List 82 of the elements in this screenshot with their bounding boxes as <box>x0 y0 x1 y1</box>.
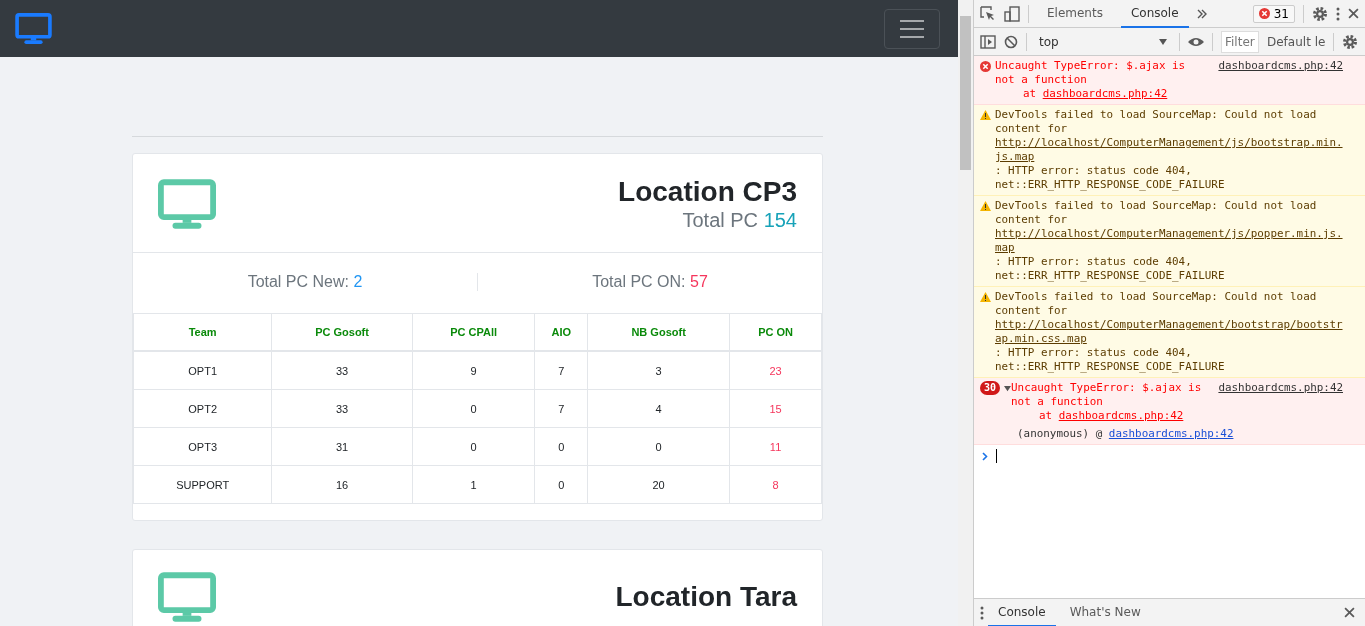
settings-icon[interactable] <box>1312 5 1328 22</box>
table-cell: 1 <box>412 465 535 504</box>
table-cell: SUPPORT <box>133 465 272 504</box>
repeat-count: 30 <box>980 381 1001 395</box>
column-header: NB Gosoft <box>587 313 730 351</box>
context-select[interactable]: top <box>1035 34 1171 49</box>
location-title: Location Tara <box>615 581 797 613</box>
table-cell: 23 <box>729 351 822 390</box>
monitor-icon <box>158 572 216 622</box>
error-icon <box>1258 8 1270 19</box>
source-map-link[interactable]: http://localhost/ComputerManagement/bootstrap/bootstrap.min.css.map <box>995 318 1343 346</box>
table-cell: 15 <box>729 389 822 428</box>
stat-text: Total PC ON: 57 <box>592 273 708 291</box>
warning-icon <box>980 201 991 211</box>
table-cell: OPT1 <box>133 351 272 390</box>
table-cell: 20 <box>587 465 730 504</box>
clear-console-icon[interactable] <box>1004 34 1018 49</box>
monitor-icon <box>15 13 52 44</box>
device-icon[interactable] <box>1004 5 1020 22</box>
table-cell: 31 <box>271 427 413 466</box>
monitor-icon <box>158 179 216 229</box>
table-cell: 11 <box>729 427 822 466</box>
scrollbar[interactable] <box>958 0 973 626</box>
source-map-link[interactable]: http://localhost/ComputerManagement/js/bootstrap.min.js.map <box>995 136 1343 164</box>
table-cell: 0 <box>412 389 535 428</box>
drawer-menu-icon[interactable] <box>980 605 984 620</box>
expand-caret-icon[interactable] <box>1004 385 1012 392</box>
table-cell: 33 <box>271 351 413 390</box>
menu-button[interactable] <box>884 8 940 49</box>
table-cell: 9 <box>412 351 535 390</box>
dropdown-caret-icon <box>1159 38 1167 45</box>
menu-icon <box>900 19 924 38</box>
table-cell: 8 <box>729 465 822 504</box>
drawer-tab[interactable]: Console <box>988 598 1056 626</box>
sidebar-toggle-icon[interactable] <box>980 34 996 49</box>
drawer-tab[interactable]: What's New <box>1059 598 1151 626</box>
table-cell: 7 <box>534 389 588 428</box>
column-header: PC ON <box>729 313 822 351</box>
stack-frame: at dashboardcms.php:42 <box>1011 409 1205 423</box>
close-icon[interactable] <box>1348 8 1359 19</box>
stat-text: Total PC New: 2 <box>247 273 363 291</box>
close-icon[interactable] <box>1344 607 1355 618</box>
filter-field[interactable]: Filter <box>1221 30 1259 53</box>
error-count-button[interactable]: 31 <box>1252 4 1295 23</box>
table-cell: 0 <box>587 427 730 466</box>
warning-message: : HTTP error: status code 404, net::ERR_HTTP_RESPONSE_CODE_FAILURE <box>995 346 1226 374</box>
table-cell: 4 <box>587 389 730 428</box>
settings-icon[interactable] <box>1342 33 1359 50</box>
prompt-chevron-icon <box>982 451 988 461</box>
column-header: AIO <box>534 313 588 351</box>
error-icon <box>980 61 991 72</box>
table-cell: OPT3 <box>133 427 272 466</box>
table-cell: 0 <box>534 427 588 466</box>
table-cell: 0 <box>534 465 588 504</box>
column-header: PC Gosoft <box>271 313 413 351</box>
column-header: PC CPAll <box>412 313 535 351</box>
stack-link[interactable]: dashboardcms.php:42 <box>1042 87 1168 100</box>
eye-icon[interactable] <box>1188 36 1204 47</box>
more-tabs-icon[interactable] <box>1196 8 1207 19</box>
devtools-tab[interactable]: Elements <box>1037 0 1113 28</box>
stack-link[interactable]: dashboardcms.php:42 <box>1058 409 1184 422</box>
warning-icon <box>980 110 991 120</box>
table-cell: OPT2 <box>133 389 272 428</box>
table-cell: 16 <box>271 465 413 504</box>
warning-icon <box>980 292 991 302</box>
location-title: Location CP3 <box>618 176 797 208</box>
table-cell: 33 <box>271 389 413 428</box>
table-cell: 0 <box>412 427 535 466</box>
column-header: Team <box>133 313 272 351</box>
stack-link[interactable]: dashboardcms.php:42 <box>1108 427 1234 440</box>
table-cell: 7 <box>534 351 588 390</box>
more-options-icon[interactable] <box>1336 6 1340 21</box>
log-levels-dropdown[interactable]: Default le <box>1267 34 1326 49</box>
warning-message: : HTTP error: status code 404, net::ERR_HTTP_RESPONSE_CODE_FAILURE <box>995 255 1226 283</box>
warning-message: : HTTP error: status code 404, net::ERR_HTTP_RESPONSE_CODE_FAILURE <box>995 164 1226 192</box>
source-link[interactable]: dashboardcms.php:42 <box>1208 59 1343 101</box>
table-cell: 3 <box>587 351 730 390</box>
scrollbar-thumb[interactable] <box>960 16 971 170</box>
source-map-link[interactable]: http://localhost/ComputerManagement/js/popper.min.js.map <box>995 227 1343 255</box>
stack-frame: at dashboardcms.php:42 <box>995 87 1205 101</box>
total-pc: Total PC 154 <box>682 208 797 232</box>
inspect-icon[interactable] <box>980 5 996 22</box>
